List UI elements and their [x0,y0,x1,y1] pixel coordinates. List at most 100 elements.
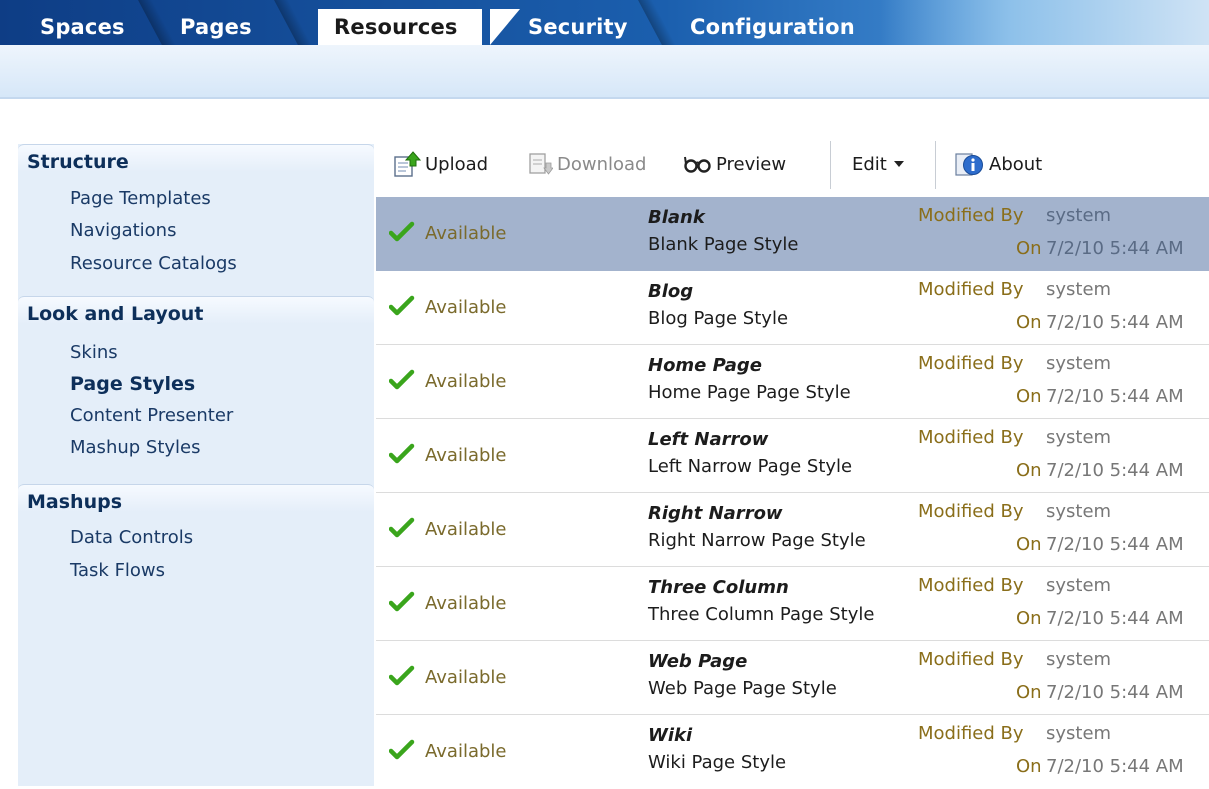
preview-button[interactable]: Preview [684,151,786,177]
modified-by-value: system [1046,501,1112,522]
page-style-description: Blog Page Style [648,308,789,329]
list-row[interactable]: Available Left Narrow Left Narrow Page S… [376,419,1209,493]
upload-icon [393,151,421,177]
tab-security[interactable]: Security [528,9,628,45]
section-header-look-and-layout: Look and Layout [18,296,374,325]
page-style-name[interactable]: Home Page [648,355,762,377]
modified-by-label: Modified By [918,205,1024,226]
tab-divider [274,0,312,45]
modified-on-label: On [1016,238,1042,259]
page-style-description: Three Column Page Style [648,604,875,625]
download-icon [527,151,553,177]
page-style-name[interactable]: Blank [648,207,705,229]
list-row[interactable]: Available Wiki Wiki Page Style Modified … [376,715,1209,789]
modified-on-label: On [1016,312,1042,333]
nav-item-resource-catalogs[interactable]: Resource Catalogs [70,253,237,275]
tab-divider [638,0,676,45]
page-style-name[interactable]: Three Column [648,577,789,599]
nav-item-data-controls[interactable]: Data Controls [70,527,193,549]
active-tab-edge [490,9,520,45]
nav-item-task-flows[interactable]: Task Flows [70,560,165,582]
nav-item-skins[interactable]: Skins [70,342,118,364]
page-style-name[interactable]: Web Page [648,651,747,673]
status-text: Available [425,519,507,540]
modified-by-label: Modified By [918,649,1024,670]
modified-by-label: Modified By [918,353,1024,374]
modified-on-label: On [1016,460,1042,481]
list-row[interactable]: Available Blank Blank Page Style Modifie… [376,197,1209,271]
status-text: Available [425,741,507,762]
modified-by-value: system [1046,353,1112,374]
chevron-down-icon [893,160,904,168]
main-tab-bar: Spaces Pages Resources Security Configur… [0,0,1209,45]
check-icon [388,221,415,247]
about-button[interactable]: About [955,151,1042,177]
page-style-description: Wiki Page Style [648,752,787,773]
nav-item-navigations[interactable]: Navigations [70,220,176,242]
nav-item-page-styles[interactable]: Page Styles [70,373,195,395]
tab-spaces[interactable]: Spaces [40,9,125,45]
preview-label: Preview [716,153,787,175]
toolbar-separator [935,141,936,189]
about-label: About [989,153,1043,175]
list-row[interactable]: Available Home Page Home Page Page Style… [376,345,1209,419]
nav-item-content-presenter[interactable]: Content Presenter [70,405,233,427]
glasses-icon [684,154,712,174]
modified-on-value: 7/2/10 5:44 AM [1046,682,1184,703]
edit-menu-button[interactable]: Edit [852,151,904,177]
modified-by-label: Modified By [918,723,1024,744]
sub-header-divider [0,97,1209,99]
sub-header-band [0,45,1209,97]
info-icon [955,151,985,177]
page-style-name[interactable]: Blog [648,281,693,303]
upload-label: Upload [425,153,489,175]
modified-by-label: Modified By [918,279,1024,300]
nav-item-mashup-styles[interactable]: Mashup Styles [70,437,201,459]
modified-on-label: On [1016,756,1042,777]
modified-by-value: system [1046,205,1112,226]
check-icon [388,591,415,617]
tab-resources[interactable]: Resources [318,9,482,45]
check-icon [388,295,415,321]
page-style-name[interactable]: Left Narrow [648,429,768,451]
check-icon [388,443,415,469]
page-style-description: Web Page Page Style [648,678,837,699]
check-icon [388,369,415,395]
modified-by-value: system [1046,279,1112,300]
edit-label: Edit [852,153,887,175]
page-style-name[interactable]: Wiki [648,725,692,747]
tab-bar-fade [880,0,1209,45]
modified-on-value: 7/2/10 5:44 AM [1046,312,1184,333]
modified-on-label: On [1016,534,1042,555]
tab-divider [138,0,176,45]
modified-on-label: On [1016,386,1042,407]
page-style-description: Blank Page Style [648,234,799,255]
page-style-name[interactable]: Right Narrow [648,503,783,525]
modified-by-value: system [1046,723,1112,744]
nav-item-page-templates[interactable]: Page Templates [70,188,211,210]
modified-by-label: Modified By [918,427,1024,448]
modified-on-value: 7/2/10 5:44 AM [1046,534,1184,555]
page-style-description: Right Narrow Page Style [648,530,866,551]
tab-pages[interactable]: Pages [180,9,252,45]
status-text: Available [425,445,507,466]
resource-navigator: Structure Page Templates Navigations Res… [18,144,374,786]
modified-by-value: system [1046,575,1112,596]
modified-on-value: 7/2/10 5:44 AM [1046,386,1184,407]
list-row[interactable]: Available Web Page Web Page Page Style M… [376,641,1209,715]
list-row[interactable]: Available Blog Blog Page Style Modified … [376,271,1209,345]
list-row[interactable]: Available Right Narrow Right Narrow Page… [376,493,1209,567]
modified-by-label: Modified By [918,501,1024,522]
toolbar-separator [830,141,831,189]
status-text: Available [425,371,507,392]
status-text: Available [425,223,507,244]
section-header-mashups: Mashups [18,484,374,513]
check-icon [388,739,415,765]
modified-on-label: On [1016,608,1042,629]
upload-button[interactable]: Upload [393,151,488,177]
modified-by-value: system [1046,649,1112,670]
download-button[interactable]: Download [527,151,646,177]
tab-configuration[interactable]: Configuration [690,9,855,45]
modified-on-value: 7/2/10 5:44 AM [1046,460,1184,481]
list-row[interactable]: Available Three Column Three Column Page… [376,567,1209,641]
